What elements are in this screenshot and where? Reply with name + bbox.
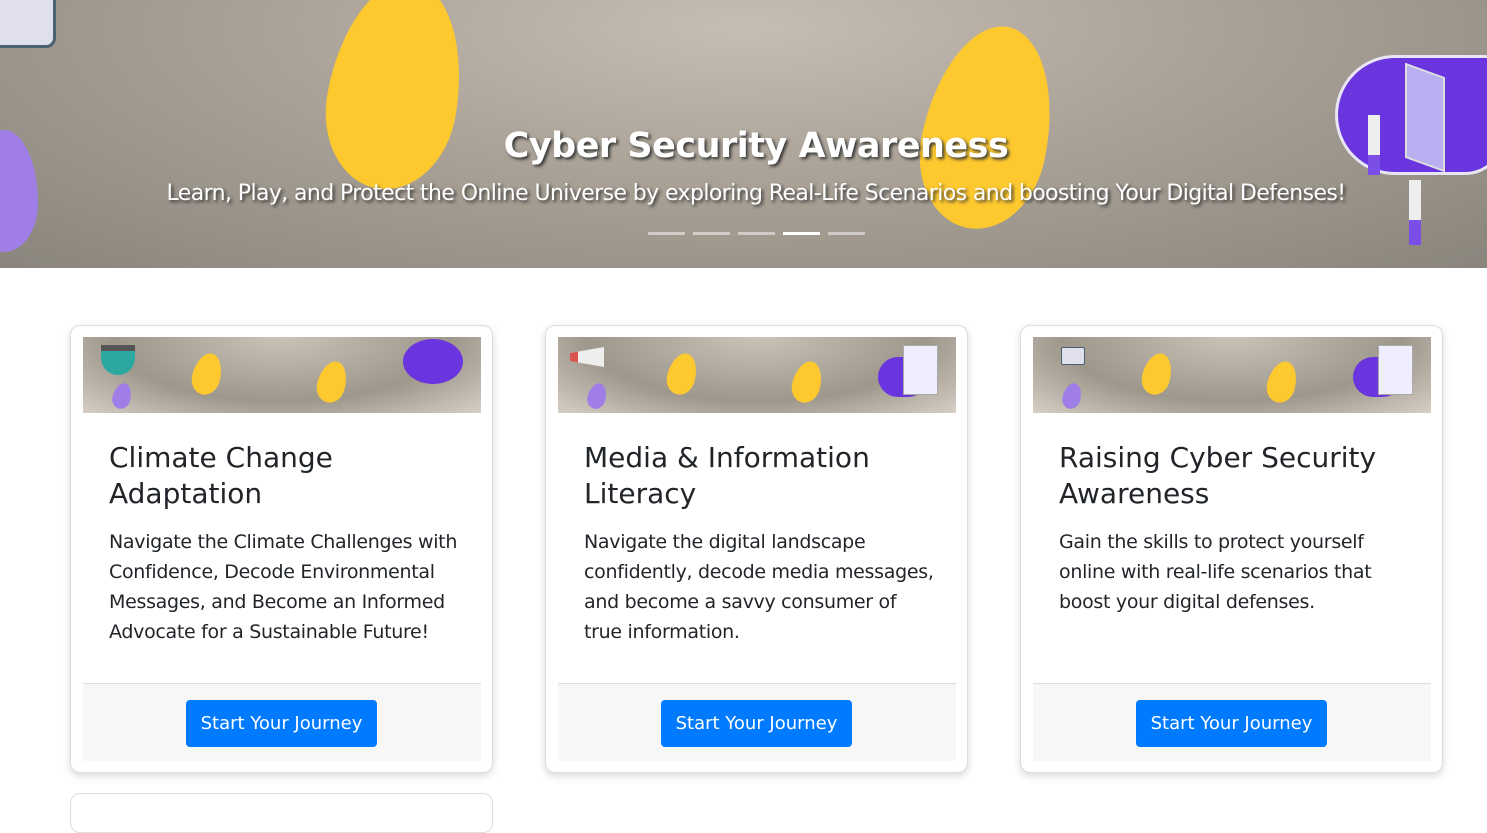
start-journey-button[interactable]: Start Your Journey (661, 700, 852, 747)
carousel-indicator-3[interactable] (738, 232, 775, 235)
course-card-cyber: Raising Cyber Security Awareness Gain th… (1020, 325, 1443, 773)
course-card-media: Media & Information Literacy Navigate th… (545, 325, 968, 773)
card-footer: Start Your Journey (558, 683, 956, 761)
megaphone-icon (570, 347, 604, 367)
carousel-indicator-1[interactable] (648, 232, 685, 235)
carousel-indicator-4[interactable] (783, 232, 820, 235)
card-description: Navigate the Climate Challenges with Con… (109, 531, 458, 643)
earth-icon (101, 345, 135, 375)
speech-bubble-icon (403, 339, 463, 384)
card-description: Gain the skills to protect yourself onli… (1059, 531, 1372, 613)
lock-window-icon (1061, 347, 1085, 365)
card-banner-image (1033, 337, 1431, 413)
card-description: Navigate the digital landscape confident… (584, 531, 934, 643)
start-journey-button[interactable]: Start Your Journey (1136, 700, 1327, 747)
carousel-indicator-5[interactable] (828, 232, 865, 235)
laptop-illustration (0, 0, 56, 48)
course-card-next-row (70, 793, 493, 833)
card-title: Climate Change Adaptation (109, 441, 333, 510)
card-banner-image (558, 337, 956, 413)
card-title: Raising Cyber Security Awareness (1059, 441, 1377, 510)
card-banner-image (83, 337, 481, 413)
carousel-indicator-2[interactable] (693, 232, 730, 235)
hero-title: Cyber Security Awareness (503, 126, 1009, 166)
course-card-climate: Climate Change Adaptation Navigate the C… (70, 325, 493, 773)
start-journey-button[interactable]: Start Your Journey (186, 700, 377, 747)
hero-carousel: Cyber Security Awareness Learn, Play, an… (0, 0, 1487, 268)
card-title: Media & Information Literacy (584, 441, 870, 510)
hero-subtitle: Learn, Play, and Protect the Online Univ… (166, 181, 1347, 206)
card-footer: Start Your Journey (1033, 683, 1431, 761)
yellow-blob (312, 0, 478, 200)
card-footer: Start Your Journey (83, 683, 481, 761)
